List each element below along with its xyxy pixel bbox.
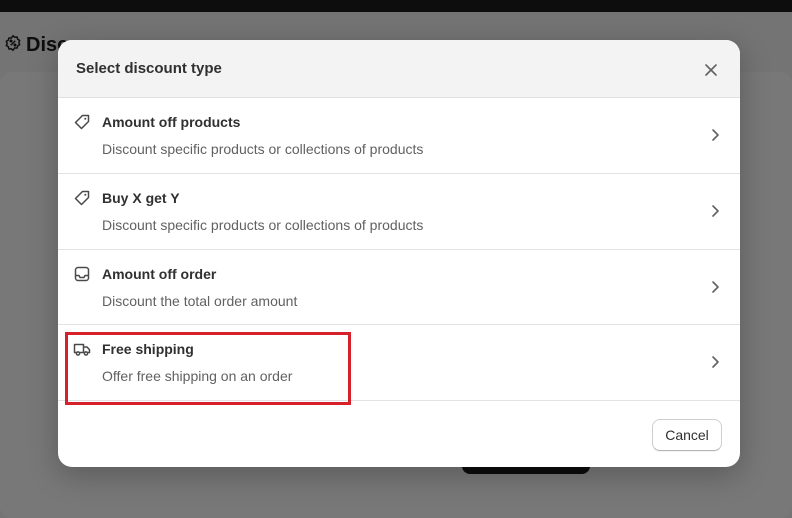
modal-footer: Cancel: [58, 401, 740, 467]
tag-icon: [73, 113, 91, 131]
option-title: Amount off order: [102, 266, 217, 282]
chevron-right-icon: [709, 127, 721, 143]
option-buy-x-get-y[interactable]: Buy X get Y Discount specific products o…: [58, 174, 740, 250]
option-amount-off-order[interactable]: Amount off order Discount the total orde…: [58, 250, 740, 325]
option-description: Discount specific products or collection…: [102, 217, 424, 233]
close-icon: [705, 64, 717, 76]
option-description: Discount specific products or collection…: [102, 141, 424, 157]
chevron-right-icon: [709, 279, 721, 295]
option-title: Amount off products: [102, 114, 241, 130]
option-title: Free shipping: [102, 341, 194, 357]
option-description: Offer free shipping on an order: [102, 368, 293, 384]
chevron-right-icon: [709, 203, 721, 219]
tag-icon: [73, 189, 91, 207]
close-button[interactable]: [700, 59, 722, 81]
option-title: Buy X get Y: [102, 190, 180, 206]
option-description: Discount the total order amount: [102, 293, 298, 309]
modal-title: Select discount type: [76, 60, 222, 77]
truck-icon: [73, 340, 91, 358]
option-amount-off-products[interactable]: Amount off products Discount specific pr…: [58, 98, 740, 174]
select-discount-type-modal: Select discount type Amount off products…: [58, 40, 740, 467]
option-free-shipping[interactable]: Free shipping Offer free shipping on an …: [58, 325, 740, 401]
cancel-button[interactable]: Cancel: [652, 419, 722, 451]
chevron-right-icon: [709, 354, 721, 370]
modal-header: Select discount type: [58, 40, 740, 98]
inbox-icon: [73, 265, 91, 283]
